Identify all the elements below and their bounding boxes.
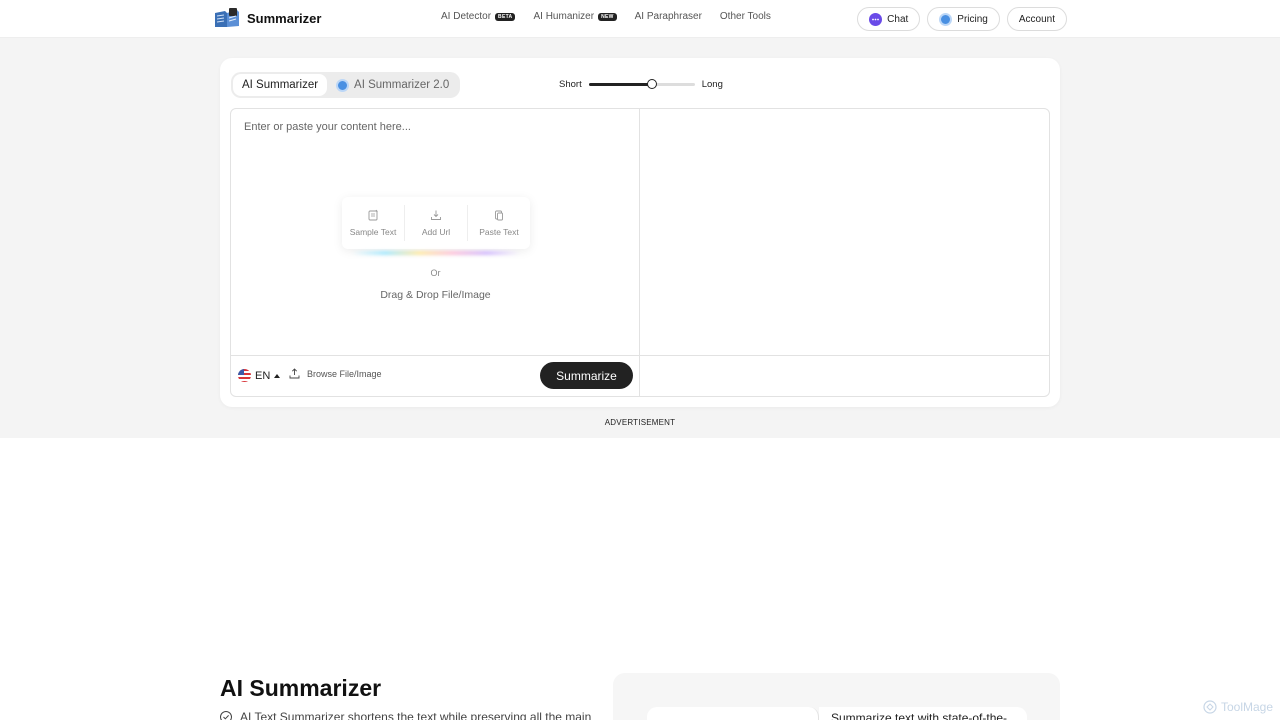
input-placeholder[interactable]: Enter or paste your content here... <box>244 121 411 133</box>
top-header: Summarizer AI Detector BETA AI Humanizer… <box>0 0 1280 38</box>
book-logo-icon <box>213 7 241 29</box>
tab-label: AI Summarizer <box>242 79 319 91</box>
paste-text-button[interactable]: Paste Text <box>468 205 530 241</box>
logo-text: Summarizer <box>247 10 322 26</box>
language-code: EN <box>255 369 271 382</box>
chat-button[interactable]: Chat <box>857 7 921 31</box>
browse-file-button[interactable]: Browse File/Image <box>289 368 382 379</box>
editor-area: Enter or paste your content here... Samp… <box>230 108 1050 397</box>
us-flag-icon <box>238 369 251 382</box>
section-title: AI Summarizer <box>220 675 382 701</box>
account-button[interactable]: Account <box>1006 7 1067 31</box>
watermark: ToolMage <box>1203 700 1273 714</box>
nav-ai-detector[interactable]: AI Detector BETA <box>441 11 516 22</box>
preview-text: Summarize text with state-of-the- <box>819 707 1027 720</box>
nav-other-tools[interactable]: Other Tools <box>720 11 771 22</box>
new-badge: NEW <box>598 12 617 21</box>
mode-tabs: AI Summarizer AI Summarizer 2.0 <box>231 72 461 98</box>
slider-fill <box>588 83 653 86</box>
summary-length-control: Short Long <box>559 79 723 90</box>
main-nav: AI Detector BETA AI Humanizer NEW AI Par… <box>441 11 771 22</box>
watermark-text: ToolMage <box>1221 700 1274 714</box>
output-pane <box>640 109 1049 356</box>
header-actions: Chat Pricing Account <box>857 7 1067 31</box>
action-label: Sample Text <box>349 227 397 237</box>
document-icon <box>368 209 378 221</box>
length-long-label: Long <box>701 79 723 90</box>
clipboard-icon <box>495 210 503 221</box>
chat-label: Chat <box>887 13 909 25</box>
chat-icon <box>869 12 883 26</box>
summarizer-card: AI Summarizer AI Summarizer 2.0 Short Lo… <box>220 58 1060 407</box>
drop-zone-label[interactable]: Drag & Drop File/Image <box>231 289 640 301</box>
sample-text-button[interactable]: Sample Text <box>342 205 405 241</box>
or-divider: Or <box>430 268 441 278</box>
tab-ai-summarizer[interactable]: AI Summarizer <box>233 74 328 96</box>
advertisement-label: ADVERTISEMENT <box>604 418 676 427</box>
summarize-button[interactable]: Summarize <box>540 362 633 389</box>
watermark-logo-icon <box>1203 700 1217 714</box>
account-label: Account <box>1018 13 1055 25</box>
length-slider[interactable] <box>588 79 695 89</box>
upload-icon <box>289 368 300 379</box>
input-pane[interactable]: Enter or paste your content here... Samp… <box>231 109 640 356</box>
feature-item: AI Text Summarizer shortens the text whi… <box>220 710 591 720</box>
check-circle-icon <box>220 711 232 720</box>
tab-ai-summarizer-2[interactable]: AI Summarizer 2.0 <box>327 74 458 96</box>
feature-preview-panel: Summarize text with state-of-the- <box>613 673 1060 720</box>
nav-label: AI Humanizer <box>533 11 595 22</box>
caret-up-icon <box>274 373 281 378</box>
length-short-label: Short <box>559 79 582 90</box>
action-label: Add Url <box>421 227 451 237</box>
link-icon <box>431 210 441 220</box>
crown-icon <box>939 12 953 26</box>
input-toolbar: EN Browse File/Image Summarize <box>231 356 640 396</box>
logo[interactable]: Summarizer <box>213 7 321 29</box>
nav-ai-humanizer[interactable]: AI Humanizer NEW <box>533 11 617 22</box>
pricing-label: Pricing <box>957 13 988 25</box>
slider-handle[interactable] <box>647 79 658 89</box>
nav-label: Other Tools <box>719 11 771 22</box>
language-selector[interactable]: EN <box>238 369 281 382</box>
quick-actions: Sample Text Add Url Paste Text <box>342 197 530 249</box>
pricing-button[interactable]: Pricing <box>927 7 1000 31</box>
nav-label: AI Paraphraser <box>634 11 702 22</box>
action-label: Paste Text <box>479 227 519 237</box>
preview-left <box>647 707 819 720</box>
feature-text: AI Text Summarizer shortens the text whi… <box>240 710 592 720</box>
beta-badge: BETA <box>495 12 516 21</box>
nav-ai-paraphraser[interactable]: AI Paraphraser <box>635 11 702 22</box>
crown-icon <box>336 78 350 92</box>
nav-label: AI Detector <box>441 11 492 22</box>
tab-label: AI Summarizer 2.0 <box>354 79 450 91</box>
add-url-button[interactable]: Add Url <box>405 205 468 241</box>
browse-label: Browse File/Image <box>307 368 382 379</box>
